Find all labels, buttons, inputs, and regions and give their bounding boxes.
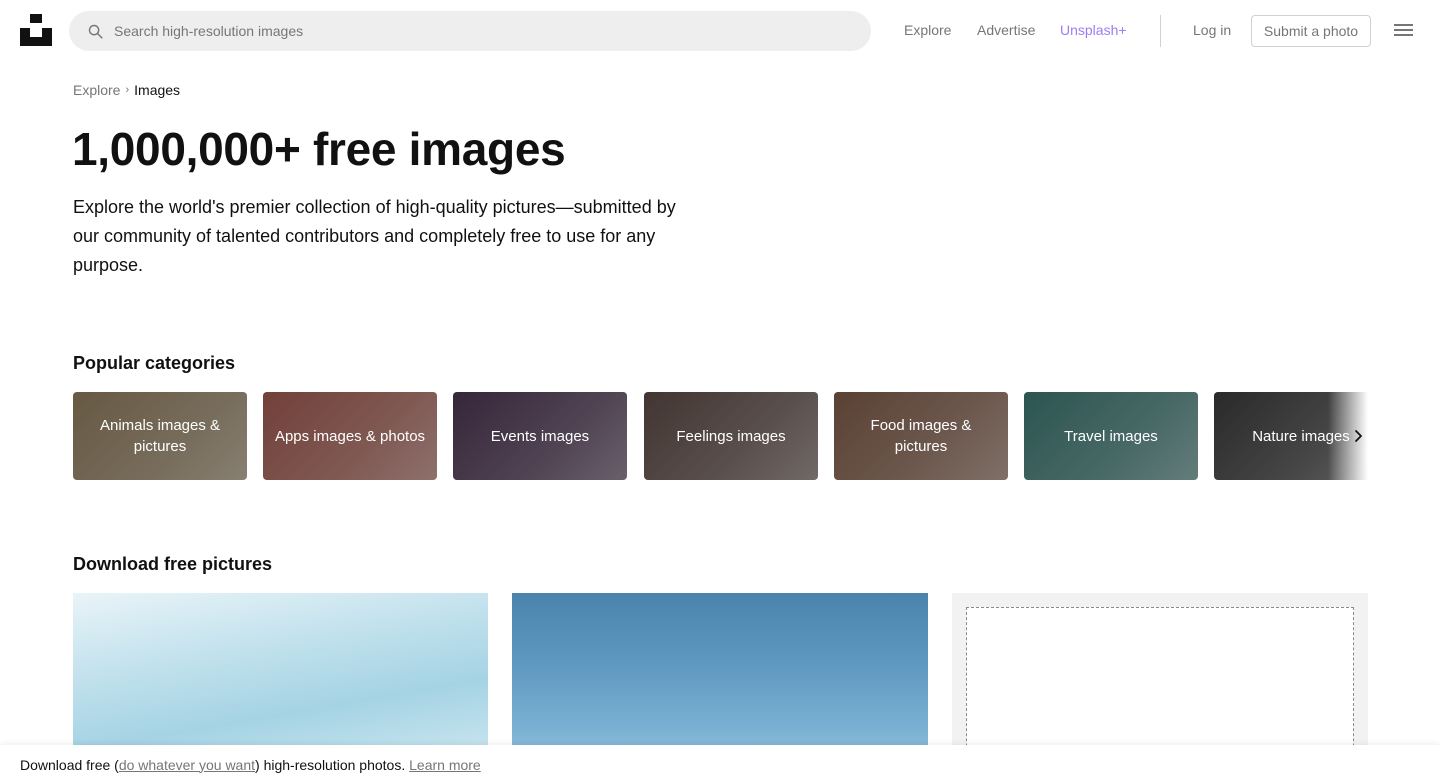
category-card-travel[interactable]: Travel images [1024, 392, 1198, 480]
login-link[interactable]: Log in [1193, 22, 1231, 38]
breadcrumb: Explore › Images [73, 82, 180, 98]
nav-explore-link[interactable]: Explore [904, 22, 951, 38]
category-label: Travel images [1064, 427, 1158, 445]
banner-text-prefix: Download free ( [20, 756, 119, 773]
category-carousel: Animals images & pictures Apps images & … [73, 392, 1368, 480]
category-label: Feelings images [676, 427, 786, 445]
category-label: Apps images & photos [274, 427, 426, 445]
license-link[interactable]: do whatever you want [119, 757, 255, 773]
nav-divider [1160, 15, 1161, 47]
breadcrumb-current: Images [134, 82, 181, 98]
search-input[interactable] [114, 23, 814, 39]
license-banner: Download free (do whatever you want) hig… [0, 745, 1440, 784]
download-pictures-heading: Download free pictures [73, 554, 273, 574]
nav-advertise-link[interactable]: Advertise [977, 22, 1035, 38]
category-label: Food images & pictures [870, 417, 972, 455]
nav-unsplash-plus-link[interactable]: Unsplash+ [1060, 22, 1127, 38]
category-card-apps[interactable]: Apps images & photos [263, 392, 437, 480]
page-description: Explore the world's premier collection o… [73, 197, 676, 275]
category-card-feelings[interactable]: Feelings images [644, 392, 818, 480]
category-card-food[interactable]: Food images & pictures [834, 392, 1008, 480]
chevron-right-icon[interactable] [1348, 422, 1370, 450]
learn-more-link[interactable]: Learn more [409, 757, 481, 773]
category-label: Animals images & pictures [99, 417, 221, 455]
category-card-events[interactable]: Events images [453, 392, 627, 480]
page-title: 1,000,000+ free images [72, 123, 566, 175]
popular-categories-heading: Popular categories [73, 353, 236, 373]
category-card-animals[interactable]: Animals images & pictures [73, 392, 247, 480]
search-bar[interactable] [69, 11, 871, 51]
search-icon [88, 24, 103, 39]
submit-photo-button[interactable]: Submit a photo [1251, 15, 1371, 47]
top-header: Explore Advertise Unsplash+ Log in Submi… [0, 0, 1440, 62]
category-label: Events images [490, 427, 590, 445]
banner-text-middle: ) high-resolution photos. [255, 756, 410, 773]
breadcrumb-separator: › [125, 84, 130, 96]
unsplash-logo-icon[interactable] [20, 14, 52, 46]
breadcrumb-explore-link[interactable]: Explore [73, 82, 120, 98]
hamburger-menu-icon[interactable] [1394, 22, 1413, 38]
